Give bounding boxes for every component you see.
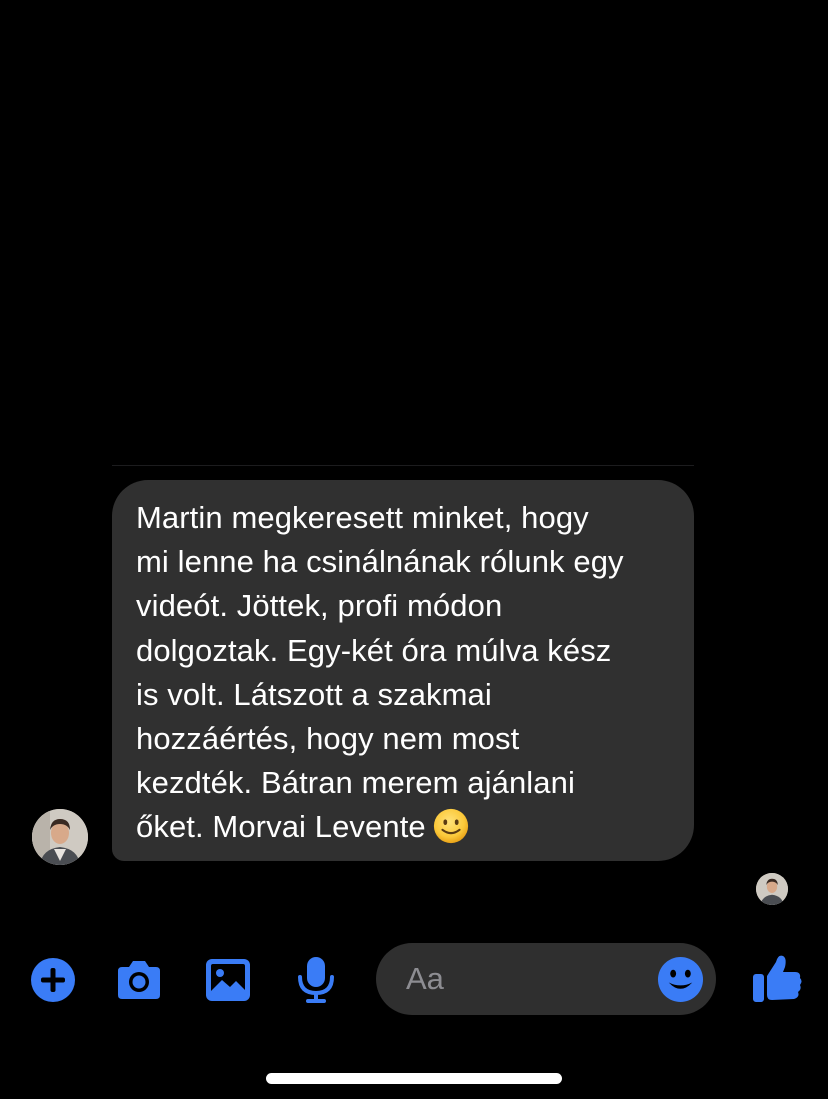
home-indicator[interactable] — [266, 1073, 562, 1084]
photo-icon[interactable] — [203, 955, 253, 1005]
plus-circle-icon[interactable] — [28, 955, 78, 1005]
slightly-smiling-face-icon — [432, 807, 470, 845]
message-text: Martin megkeresett minket, hogy mi lenne… — [136, 500, 624, 845]
message-bubble[interactable]: Martin megkeresett minket, hogy mi lenne… — [112, 480, 694, 861]
message-input[interactable] — [406, 943, 646, 1015]
emoji-icon[interactable] — [657, 956, 704, 1003]
sender-avatar[interactable] — [32, 809, 88, 865]
thumbs-up-icon[interactable] — [748, 950, 804, 1006]
microphone-icon[interactable] — [291, 955, 341, 1005]
camera-icon[interactable] — [114, 955, 164, 1005]
read-receipt-avatar — [756, 873, 788, 905]
conversation-divider — [112, 465, 694, 466]
message-composer[interactable] — [376, 943, 716, 1015]
